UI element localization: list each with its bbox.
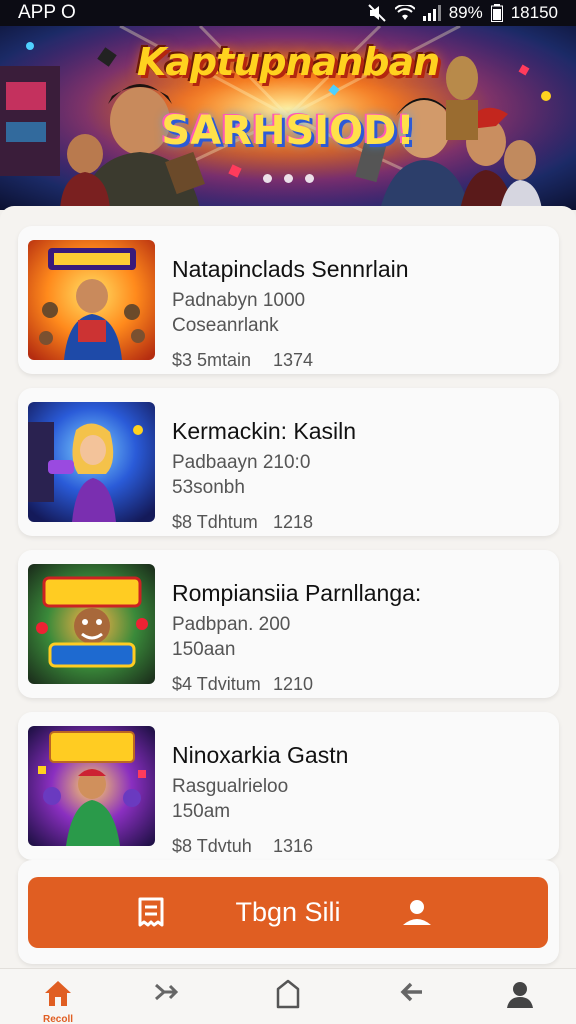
nav-item-tag[interactable] [260,979,316,1024]
card-subtitle: Padnabyn 1000 [172,290,306,311]
nav-item-profile[interactable] [492,979,548,1024]
status-bar: APP O 89% 18150 [0,0,576,26]
nav-item-home[interactable]: Recoll [30,979,86,1024]
card-price: $4 Tdvitum [172,674,261,694]
primary-action-label: Tbgn Sili [235,897,341,927]
mute-icon [367,4,387,22]
list-item[interactable]: Kermackin: Kasiln Padbaayn 210:0 53sonbh… [18,388,559,536]
list-item[interactable]: Rompiansiia Parnllanga: Padbpan. 200 150… [18,550,559,698]
carousel-dot[interactable] [304,174,314,183]
wifi-icon [394,5,415,21]
status-indicators: 89% 18150 [367,3,558,23]
card-title: Kermackin: Kasiln [172,418,357,444]
card-detail: 53sonbh [172,477,245,498]
nav-item-forward[interactable] [138,979,194,1024]
card-count: 1218 [273,512,314,532]
nav-item-back[interactable] [384,979,440,1024]
card-price: $3 5mtain [172,350,252,370]
bottom-navigation: Recoll [0,968,576,1024]
card-title: Ninoxarkia Gastn [172,742,349,768]
card-count: 1210 [273,674,314,694]
card-subtitle: Rasgualrieloo [172,776,289,797]
signal-icon [422,5,441,21]
card-subtitle: Padbaayn 210:0 [172,452,311,473]
primary-action-button[interactable]: Tbgn Sili [28,877,548,948]
nav-item-label: Recoll [42,1014,73,1024]
carousel-dot[interactable] [262,174,272,183]
card-title: Natapinclads Sennrlain [172,256,409,282]
back-icon [398,979,426,1010]
battery-percent: 89% [448,3,483,22]
game-thumbnail[interactable] [28,402,155,522]
card-price: $8 Tdvtuh [172,836,252,856]
profile-icon [505,979,535,1014]
game-thumbnail[interactable] [28,726,155,846]
cta-container: Tbgn Sili [18,860,559,964]
status-time: 18150 [510,3,558,22]
forward-icon [152,979,180,1010]
card-title: Rompiansiia Parnllanga: [172,580,422,606]
hero-subtitle: SARHSIOD! [161,108,415,154]
hero-title: Kaptupnanban [136,40,440,84]
card-count: 1374 [273,350,314,370]
card-price: $8 Tdhtum [172,512,258,532]
content-sheet: Natapinclads Sennrlain Padnabyn 1000 Cos… [0,206,576,970]
battery-icon [490,4,503,22]
list-item[interactable]: Ninoxarkia Gastn Rasgualrieloo 150am $8 … [18,712,559,860]
user-icon [400,895,434,936]
card-detail: 150am [172,801,231,822]
carousel-indicator[interactable] [0,174,576,183]
game-thumbnail[interactable] [28,564,155,684]
list-item[interactable]: Natapinclads Sennrlain Padnabyn 1000 Cos… [18,226,559,374]
game-thumbnail[interactable] [28,240,155,360]
home-icon [43,979,73,1012]
tag-icon [274,979,302,1014]
card-detail: 150aan [172,639,236,660]
status-app-label: APP O [18,2,76,23]
coupon-icon [136,895,166,936]
card-count: 1316 [273,836,314,856]
hero-banner[interactable]: Kaptupnanban SARHSIOD! [0,26,576,210]
card-subtitle: Padbpan. 200 [172,614,291,635]
carousel-dot[interactable] [283,174,293,183]
card-detail: Coseanrlank [172,315,279,336]
